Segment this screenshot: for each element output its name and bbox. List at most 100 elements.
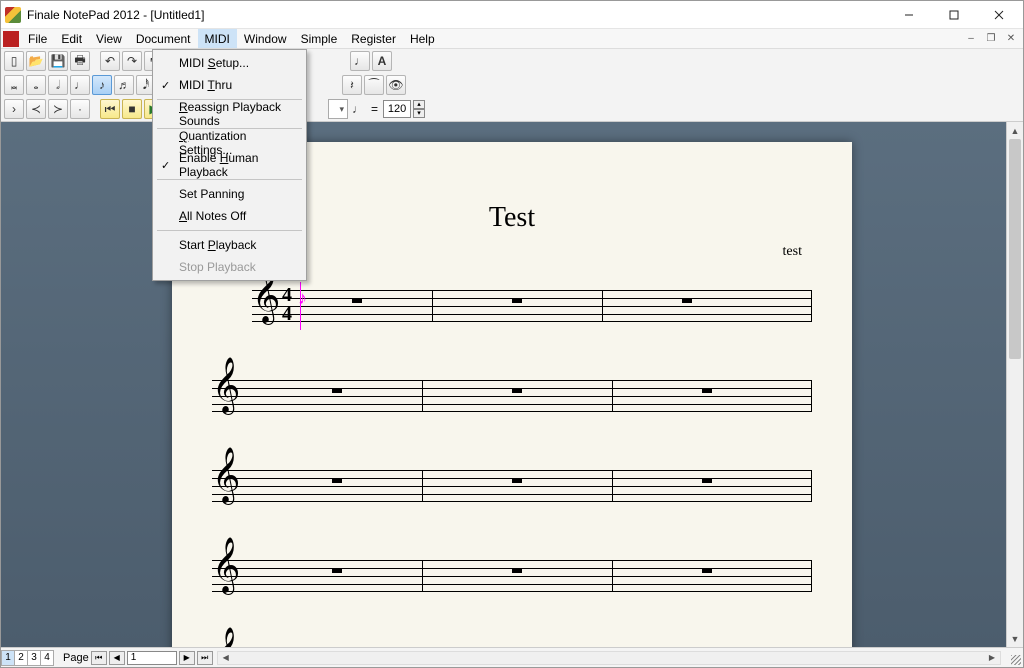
undo-icon: ↶ [105, 54, 115, 68]
close-button[interactable] [976, 1, 1021, 29]
menu-item-label: Enable Human Playback [179, 151, 284, 179]
page-last-button[interactable]: ⏭ [197, 651, 213, 665]
tempo-input[interactable] [383, 100, 411, 118]
layer-tab-4[interactable]: 4 [40, 650, 54, 666]
midi-menu-item[interactable]: Start Playback [155, 234, 304, 256]
layer-tab-1[interactable]: 1 [1, 650, 15, 666]
mdi-controls: – ❐ ✕ [963, 29, 1023, 48]
mdi-minimize-button[interactable]: – [963, 32, 979, 46]
tool-icon: ♩ [354, 54, 366, 68]
rest-button[interactable]: 𝄽 [342, 75, 362, 95]
menu-item-label: MIDI Setup... [179, 56, 249, 70]
new-file-button[interactable]: ▯ [4, 51, 24, 71]
page-first-button[interactable]: ⏮ [91, 651, 107, 665]
midi-menu-item[interactable]: Reassign Playback Sounds [155, 103, 304, 125]
page-prev-button[interactable]: ◀ [109, 651, 125, 665]
note-double-whole-button[interactable]: 𝅜 [4, 75, 24, 95]
tie-button[interactable]: ⁀ [364, 75, 384, 95]
menu-file[interactable]: File [21, 29, 54, 48]
menu-window[interactable]: Window [237, 29, 294, 48]
scroll-track[interactable] [1007, 139, 1023, 630]
staff-1[interactable]: 𝄞 4 4 ♪ [252, 280, 812, 330]
spin-down-icon[interactable]: ▾ [413, 109, 425, 118]
tuplet-button[interactable]: 👁 [386, 75, 406, 95]
note-quarter-button[interactable]: ♩ [70, 75, 90, 95]
maximize-button[interactable] [931, 1, 976, 29]
minimize-button[interactable] [886, 1, 931, 29]
text-tool-button[interactable]: A [372, 51, 392, 71]
vertical-scrollbar[interactable]: ▲ ▼ [1006, 122, 1023, 647]
scroll-down-icon[interactable]: ▼ [1007, 630, 1023, 647]
barline [422, 380, 423, 412]
treble-clef-icon: 𝄞 [212, 452, 240, 500]
mdi-restore-button[interactable]: ❐ [983, 32, 999, 46]
note-eighth-button[interactable]: ♪ [92, 75, 112, 95]
redo-icon: ↷ [127, 54, 137, 68]
thirtysecond-note-icon: 𝅘𝅥𝅰 [143, 78, 149, 93]
whole-rest [332, 479, 342, 483]
note-whole-button[interactable]: 𝅝 [26, 75, 46, 95]
page-input[interactable] [127, 651, 177, 665]
page-next-button[interactable]: ▶ [179, 651, 195, 665]
scroll-left-icon[interactable]: ◀ [218, 652, 234, 664]
accent-icon: › [12, 102, 16, 116]
note-half-button[interactable]: 𝅗𝅥 [48, 75, 68, 95]
artic-4-button[interactable]: · [70, 99, 90, 119]
midi-dropdown: MIDI Setup... ✓MIDI Thru Reassign Playback… [152, 49, 307, 281]
menu-edit[interactable]: Edit [54, 29, 89, 48]
staff-3[interactable]: 𝄞 [212, 460, 812, 510]
tempo-spinner[interactable]: ▴▾ [413, 100, 425, 118]
artic-2-button[interactable]: ≺ [26, 99, 46, 119]
artic-3-button[interactable]: ≻ [48, 99, 68, 119]
mdi-close-button[interactable]: ✕ [1003, 32, 1019, 46]
staff-2[interactable]: 𝄞 [212, 370, 812, 420]
barline [422, 470, 423, 502]
open-file-button[interactable]: 📂 [26, 51, 46, 71]
scroll-right-icon[interactable]: ▶ [984, 652, 1000, 664]
whole-rest [332, 569, 342, 573]
scroll-thumb[interactable] [1009, 139, 1021, 359]
menu-item-label: Start Playback [179, 238, 256, 252]
half-note-icon: 𝅗𝅥 [56, 78, 60, 93]
spin-up-icon[interactable]: ▴ [413, 100, 425, 109]
midi-menu-item[interactable]: Set Panning [155, 183, 304, 205]
staff-lines [252, 290, 812, 322]
menu-item-label: Reassign Playback Sounds [179, 100, 284, 128]
playback-stop-button[interactable]: ■ [122, 99, 142, 119]
menu-view[interactable]: View [89, 29, 129, 48]
artic-1-button[interactable]: › [4, 99, 24, 119]
whole-note-icon: 𝅝 [34, 78, 39, 93]
midi-menu-item[interactable]: ✓ Enable Human Playback [155, 154, 304, 176]
tempo-note-icon: ♩ [350, 99, 366, 119]
tool-button[interactable]: ♩ [350, 51, 370, 71]
undo-button[interactable]: ↶ [100, 51, 120, 71]
barline [432, 290, 433, 322]
playback-rewind-button[interactable]: ⏮ [100, 99, 120, 119]
barline [811, 290, 812, 322]
menu-simple[interactable]: Simple [294, 29, 345, 48]
print-button[interactable]: 🖶 [70, 51, 90, 71]
menu-help[interactable]: Help [403, 29, 442, 48]
check-icon: ✓ [161, 159, 170, 172]
staff-4[interactable]: 𝄞 [212, 550, 812, 600]
menu-midi[interactable]: MIDI [198, 29, 237, 48]
save-button[interactable]: 💾 [48, 51, 68, 71]
scroll-up-icon[interactable]: ▲ [1007, 122, 1023, 139]
staff-5[interactable]: 𝄞 [212, 640, 812, 647]
midi-menu-item[interactable]: MIDI Setup... [155, 52, 304, 74]
page-navigation: Page ⏮ ◀ ▶ ⏭ [63, 651, 213, 665]
resize-grip[interactable] [1005, 649, 1023, 667]
rewind-icon: ⏮ [105, 102, 116, 117]
quarter-note-icon: ♩ [74, 78, 86, 92]
tempo-unit-dropdown[interactable] [328, 99, 348, 119]
redo-button[interactable]: ↷ [122, 51, 142, 71]
horizontal-scrollbar[interactable]: ◀ ▶ [217, 651, 1001, 665]
midi-menu-item[interactable]: All Notes Off [155, 205, 304, 227]
menu-register[interactable]: Register [344, 29, 403, 48]
layer-tab-2[interactable]: 2 [14, 650, 28, 666]
menu-document[interactable]: Document [129, 29, 198, 48]
layer-tab-3[interactable]: 3 [27, 650, 41, 666]
midi-menu-item[interactable]: ✓MIDI Thru [155, 74, 304, 96]
crescendo-icon: ≺ [31, 102, 41, 116]
note-sixteenth-button[interactable]: ♬ [114, 75, 134, 95]
